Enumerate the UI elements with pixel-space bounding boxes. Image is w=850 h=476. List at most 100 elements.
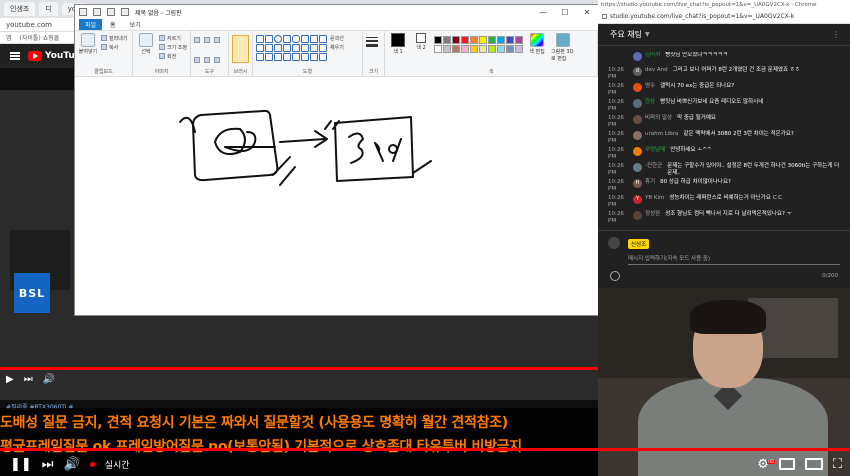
crop-button[interactable]: 자르기 <box>159 34 187 42</box>
palette-swatch[interactable] <box>497 45 505 53</box>
avatar[interactable]: H <box>633 179 642 188</box>
diamond-shape-icon[interactable] <box>256 44 264 52</box>
avatar[interactable]: Y <box>633 195 642 204</box>
avatar[interactable] <box>633 99 642 108</box>
chat-author-name[interactable]: 정성완 <box>645 211 660 218</box>
chat-message[interactable]: 10:26 PM 무엇남매 안녕하세요 ㅗ^^ <box>598 147 850 161</box>
bookmark-item[interactable]: 앱 <box>6 33 12 42</box>
chrome-address-bar[interactable]: studio.youtube.com/live_chat?is_popout=1… <box>598 10 850 24</box>
volume-icon[interactable]: 🔊 <box>64 458 80 471</box>
palette-swatch[interactable] <box>506 36 514 44</box>
arrow-down-shape-icon[interactable] <box>310 44 318 52</box>
chat-message[interactable]: 10:26 PM -컨한군 문제는 구할수가 있어야.. 설정은 8런 두개건 하나… <box>598 163 850 177</box>
star5-shape-icon[interactable] <box>256 53 264 61</box>
miniplayer-icon[interactable] <box>778 458 795 470</box>
palette-swatch[interactable] <box>479 36 487 44</box>
avatar[interactable] <box>633 83 642 92</box>
polygon-shape-icon[interactable] <box>301 35 309 43</box>
brush-icon[interactable] <box>232 35 249 63</box>
palette-swatch[interactable] <box>461 36 469 44</box>
chat-message[interactable]: 10:26 PM 한상 빵짓님 바쁘신가보네 요즘 레디오도 않하시네 <box>598 99 850 113</box>
arrow-right-shape-icon[interactable] <box>283 44 291 52</box>
more-options-icon[interactable]: ⋮ <box>832 30 840 39</box>
chevron-down-icon[interactable]: ▼ <box>645 31 650 38</box>
next-icon[interactable]: ⏭ <box>24 374 33 385</box>
chat-author-name[interactable]: 김미끼 <box>645 52 660 59</box>
palette-swatch[interactable] <box>497 36 505 44</box>
oval-shape-icon[interactable] <box>274 35 282 43</box>
rounded-rect-shape-icon[interactable] <box>292 35 300 43</box>
callout-rect-shape-icon[interactable] <box>274 53 282 61</box>
palette-swatch[interactable] <box>488 45 496 53</box>
browser-tab[interactable]: 인생조 <box>4 2 36 16</box>
tab-file[interactable]: 파일 <box>79 19 103 30</box>
chat-message[interactable]: 10:26 PM Y YB Kim 성능차이는 레퍼런스로 비예하는거 아닌가요 ㄷㄷ <box>598 195 850 209</box>
resize-button[interactable]: 크기 조정 <box>159 43 187 51</box>
star6-shape-icon[interactable] <box>265 53 273 61</box>
palette-swatch[interactable] <box>443 45 451 53</box>
maximize-button[interactable]: ☐ <box>554 5 576 19</box>
rotate-button[interactable]: 회전 <box>159 52 187 60</box>
palette-swatch[interactable] <box>470 36 478 44</box>
copy-button[interactable]: 복사 <box>101 43 127 51</box>
chat-author-name[interactable]: dev And <box>645 67 668 74</box>
fill-button[interactable]: 채우기 <box>330 43 344 51</box>
gear-icon[interactable]: ⚙ HD <box>757 458 776 471</box>
curve-shape-icon[interactable] <box>265 35 273 43</box>
rect-shape-icon[interactable] <box>283 35 291 43</box>
eraser-icon[interactable] <box>194 56 202 64</box>
palette-swatch[interactable] <box>452 45 460 53</box>
save-icon[interactable] <box>93 8 101 16</box>
palette-swatch[interactable] <box>515 36 523 44</box>
palette-swatch[interactable] <box>443 36 451 44</box>
arrow-up-shape-icon[interactable] <box>301 44 309 52</box>
palette-swatch[interactable] <box>515 45 523 53</box>
redo-icon[interactable] <box>121 8 129 16</box>
emoji-icon[interactable] <box>610 271 620 281</box>
color-picker-icon[interactable] <box>204 56 212 64</box>
palette-swatch[interactable] <box>488 36 496 44</box>
avatar[interactable] <box>633 147 642 156</box>
more-shapes-icon[interactable] <box>319 53 327 61</box>
palette-swatch[interactable] <box>434 45 442 53</box>
line-shape-icon[interactable] <box>256 35 264 43</box>
chat-message[interactable]: 10:26 PM 정성완 성조 형님도 컴터 빡나서 지로 다 날려먹은적있나요? … <box>598 211 850 225</box>
magnifier-icon[interactable] <box>214 56 222 64</box>
paint-canvas[interactable] <box>75 77 598 315</box>
palette-swatch[interactable] <box>470 45 478 53</box>
palette-swatch[interactable] <box>506 45 514 53</box>
chat-message[interactable]: 10:26 PM urahm Libra 같은 맥락에서 3080 2런 3런 차이… <box>598 131 850 145</box>
avatar[interactable] <box>633 211 642 220</box>
minimize-button[interactable]: — <box>532 5 554 19</box>
avatar[interactable] <box>633 131 642 140</box>
chat-author-name[interactable]: urahm Libra <box>645 131 678 138</box>
palette-swatch[interactable] <box>452 36 460 44</box>
chat-message[interactable]: 10:26 PM 비퍼의 일상 막 중급 될거예요 <box>598 115 850 129</box>
avatar[interactable]: d <box>633 67 642 76</box>
palette-swatch[interactable] <box>479 45 487 53</box>
tab-home[interactable]: 홈 <box>104 19 122 30</box>
avatar[interactable] <box>633 52 642 61</box>
palette-swatch[interactable] <box>461 45 469 53</box>
pause-icon[interactable]: ❚❚ <box>10 458 32 471</box>
outline-button[interactable]: 윤곽선 <box>330 34 344 42</box>
player-progress-bar[interactable] <box>0 448 850 451</box>
palette-swatch[interactable] <box>434 36 442 44</box>
heart-shape-icon[interactable] <box>301 53 309 61</box>
chat-author-name[interactable]: 영수 <box>645 83 655 90</box>
callout-oval-shape-icon[interactable] <box>283 53 291 61</box>
live-label[interactable]: 실시간 <box>105 458 130 471</box>
video-progress-bar[interactable] <box>0 367 598 370</box>
tab-view[interactable]: 보기 <box>124 19 147 30</box>
hamburger-icon[interactable] <box>10 52 20 60</box>
undo-icon[interactable] <box>107 8 115 16</box>
theater-icon[interactable] <box>804 458 823 470</box>
chat-author-name[interactable]: 무엇남매 <box>645 147 665 154</box>
chat-author-name[interactable]: YB Kim <box>645 195 664 202</box>
chat-input[interactable]: 메시지 입력하기(지속 모드 사용 중) <box>628 254 710 262</box>
volume-icon[interactable]: 🔊 <box>43 374 55 385</box>
chat-author-name[interactable]: 비퍼의 일상 <box>645 115 672 122</box>
star4-shape-icon[interactable] <box>319 44 327 52</box>
fill-icon[interactable] <box>204 36 212 44</box>
pentagon-shape-icon[interactable] <box>265 44 273 52</box>
